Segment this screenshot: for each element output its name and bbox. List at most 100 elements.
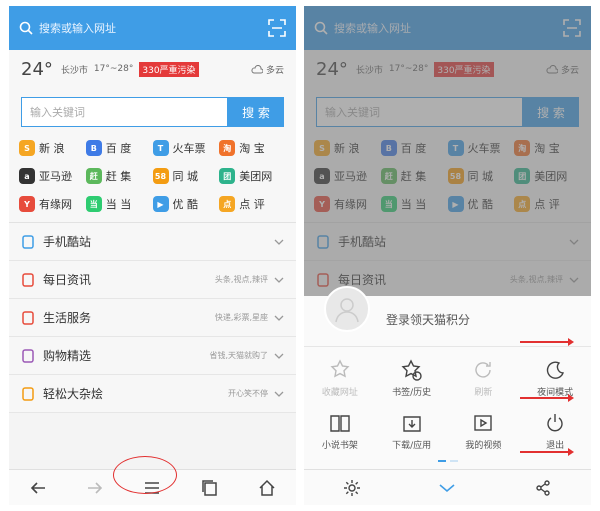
- list-item-sub: 头条,视点,辣评: [214, 275, 268, 284]
- amazon-icon: a: [19, 168, 35, 184]
- list-item-label: 手机酷站: [43, 235, 92, 249]
- home-icon[interactable]: [258, 479, 276, 497]
- menu-item-label: 收藏网址: [321, 388, 358, 398]
- site-link[interactable]: 点点 评: [219, 196, 286, 212]
- city: 长沙市: [60, 65, 88, 76]
- list-item[interactable]: 每日资讯 头条,视点,辣评: [9, 261, 296, 299]
- chevron-down-icon: [274, 353, 284, 359]
- dangdang-icon: 当: [85, 196, 102, 212]
- dianping-icon: 点: [219, 196, 236, 212]
- list-item-sub: 开心笑不停: [228, 389, 268, 398]
- chevron-down-icon: [274, 315, 284, 321]
- scan-icon[interactable]: [268, 19, 286, 37]
- list-item-label: 购物精选: [43, 349, 92, 363]
- weather-condition-label: 多云: [265, 65, 284, 76]
- menu-item-label: 下载/应用: [392, 441, 432, 451]
- list-item-label: 轻松大杂烩: [43, 387, 104, 401]
- login-prompt[interactable]: 登录领天猫积分: [386, 311, 470, 328]
- train-icon: T: [152, 140, 169, 156]
- pollution-badge: 330严重污染: [139, 61, 199, 77]
- site-link[interactable]: Y 有缘网: [19, 196, 86, 212]
- site-label: 有缘网: [39, 198, 72, 211]
- annotation-arrow: [520, 394, 574, 402]
- site-link[interactable]: 赶赶 集: [85, 168, 153, 184]
- list-item-sub: 快递,彩票,星座: [214, 313, 268, 322]
- list-item[interactable]: 手机酷站: [9, 223, 296, 261]
- news-icon: [22, 272, 34, 287]
- site-link[interactable]: B百 度: [85, 140, 153, 156]
- site-link[interactable]: 当当 当: [85, 196, 153, 212]
- chevron-down-icon: [274, 277, 284, 283]
- site-label: 火车票: [172, 142, 206, 155]
- search-placeholder: 搜索或输入网址: [39, 22, 116, 35]
- site-link[interactable]: T火车票: [152, 140, 220, 156]
- menu-item[interactable]: 退出: [519, 412, 591, 451]
- search-icon: [19, 21, 33, 35]
- menu-item: 刷新: [448, 359, 520, 398]
- search-service-icon: [22, 310, 34, 325]
- avatar[interactable]: [324, 286, 370, 332]
- site-label: 亚马逊: [39, 170, 72, 183]
- weather-bar[interactable]: 24° 长沙市 17°~28° 330严重污染 多云: [9, 50, 296, 88]
- keyword-input[interactable]: 输入关键词: [21, 97, 228, 127]
- menu-highlight-circle: [113, 456, 177, 494]
- site-label: 点 评: [239, 198, 265, 211]
- site-link[interactable]: 团美团网: [219, 168, 286, 184]
- tongcheng-icon: 58: [152, 168, 169, 184]
- site-link[interactable]: S新 浪: [19, 140, 86, 156]
- annotation-arrow: [520, 448, 574, 456]
- site-link[interactable]: 58同 城: [152, 168, 220, 184]
- back-icon[interactable]: [29, 479, 47, 497]
- sheet-nav: [304, 469, 591, 505]
- site-label: 同 城: [172, 170, 199, 183]
- site-grid: S新 浪B百 度T火车票淘淘 宝a亚马逊赶赶 集58同 城团美团网Y有缘网当当 …: [9, 136, 296, 223]
- youyuan-icon: Y: [19, 196, 35, 212]
- share-icon[interactable]: [534, 479, 552, 497]
- site-link[interactable]: 淘淘 宝: [219, 140, 286, 156]
- list-item[interactable]: 购物精选 省钱,天猫就购了: [9, 337, 296, 375]
- bookmark-history-icon: [401, 359, 422, 381]
- site-label: 赶 集: [105, 170, 132, 183]
- list-item[interactable]: 轻松大杂烩 开心笑不停: [9, 375, 296, 413]
- menu-item[interactable]: 我的视频: [448, 412, 520, 451]
- site-link[interactable]: ▶优 酷: [152, 196, 220, 212]
- list-item-sub: 省钱,天猫就购了: [209, 351, 268, 360]
- phone-icon: [22, 234, 34, 249]
- menu-item[interactable]: 书签/历史: [376, 359, 448, 398]
- menu-item-label: 小说书架: [321, 441, 358, 451]
- bookmark-add-icon: [330, 359, 350, 378]
- menu-item[interactable]: 夜间模式: [519, 359, 591, 398]
- book-icon: [330, 415, 350, 432]
- tabs-icon[interactable]: [201, 479, 219, 497]
- baidu-icon: B: [85, 140, 102, 156]
- settings-icon[interactable]: [343, 479, 361, 497]
- video-icon: [474, 415, 493, 431]
- collapse-icon[interactable]: [438, 479, 456, 497]
- shopping-icon: [22, 348, 34, 363]
- meituan-icon: 团: [219, 168, 236, 184]
- browser-menu-screen: 搜索或输入网址 24° 长沙市 17°~28° 330严重污染 多云 输入关键词…: [304, 6, 591, 505]
- list-item-label: 生活服务: [43, 311, 92, 325]
- list-item[interactable]: 生活服务 快递,彩票,星座: [9, 299, 296, 337]
- temperature: 24°: [21, 58, 53, 80]
- top-bar: 搜索或输入网址: [9, 6, 296, 50]
- weather-condition: 多云: [251, 63, 284, 76]
- search-bar[interactable]: 搜索或输入网址: [9, 15, 249, 41]
- cloud-icon: [251, 64, 263, 74]
- menu-item[interactable]: 下载/应用: [376, 412, 448, 451]
- menu-item: 收藏网址: [304, 359, 376, 398]
- site-link[interactable]: a 亚马逊: [19, 168, 86, 184]
- annotation-arrow: [520, 338, 574, 346]
- menu-item-label: 我的视频: [465, 441, 502, 451]
- power-icon: [547, 414, 563, 432]
- forward-icon[interactable]: [86, 479, 104, 497]
- ganji-icon: 赶: [85, 168, 102, 184]
- site-label: 新 浪: [39, 142, 65, 155]
- browser-home-screen: 搜索或输入网址 24° 长沙市 17°~28° 330严重污染 多云 输入关键词…: [9, 6, 296, 505]
- menu-item-label: 刷新: [474, 388, 493, 398]
- menu-item[interactable]: 小说书架: [304, 412, 376, 451]
- chevron-down-icon: [274, 239, 284, 245]
- search-button[interactable]: 搜 索: [228, 97, 284, 127]
- smile-icon: [22, 386, 34, 401]
- menu-sheet: 登录领天猫积分 收藏网址 书签/历史 刷新 夜间模式小说书架 下载/应用 我的视频 退出: [304, 286, 591, 505]
